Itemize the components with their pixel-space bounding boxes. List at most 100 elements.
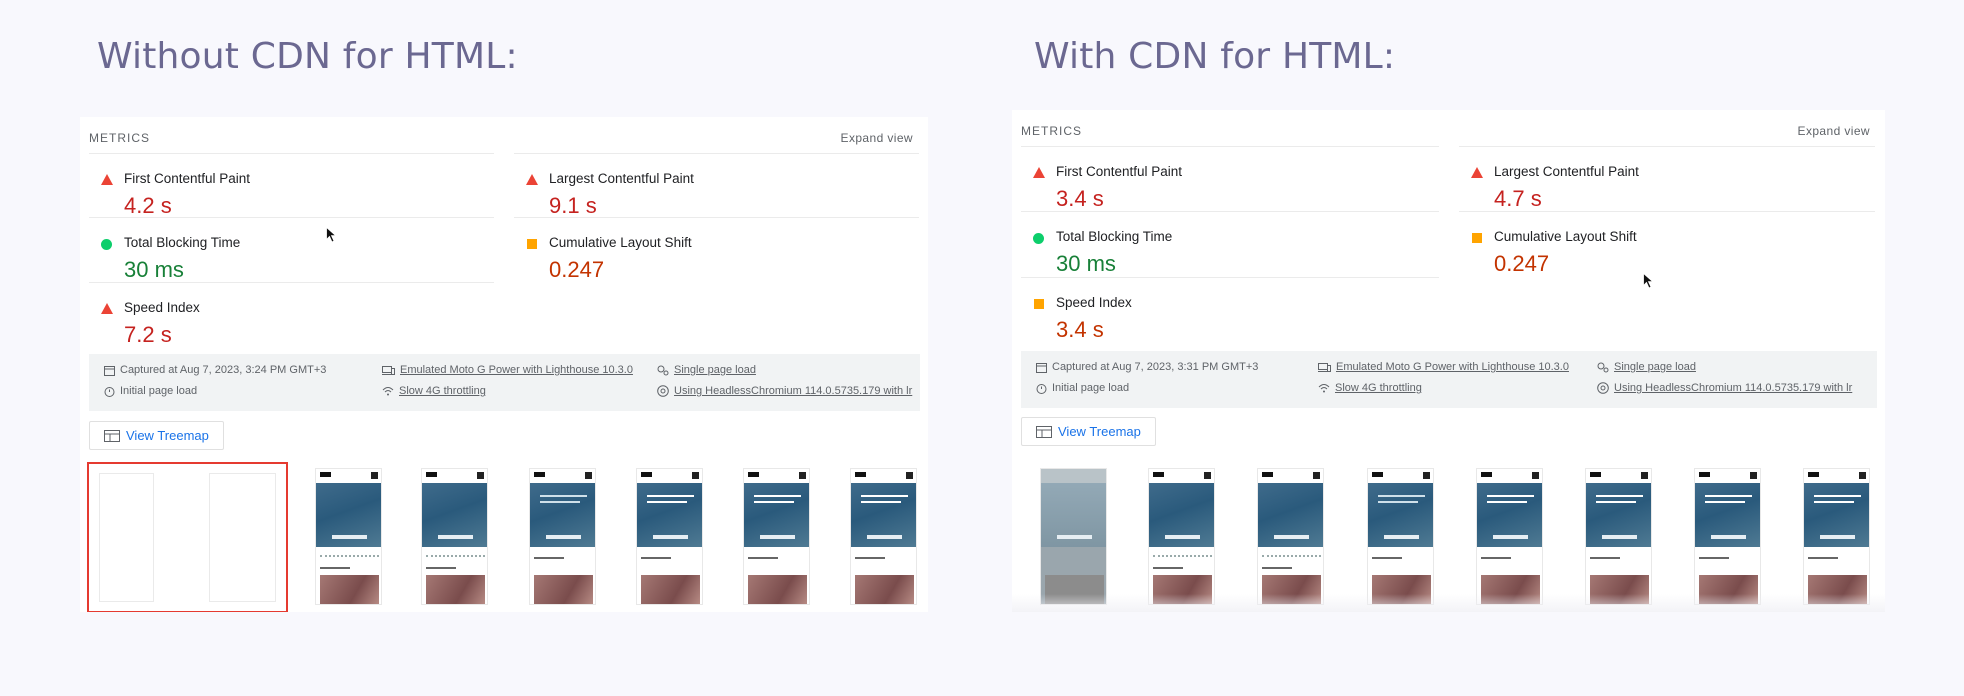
- orange-square-icon: [527, 239, 537, 249]
- session-type[interactable]: Single page load: [657, 364, 756, 376]
- filmstrip-thumbnail: [1148, 468, 1215, 605]
- view-treemap-label[interactable]: View Treemap: [1058, 424, 1141, 439]
- chrome-icon: [1597, 382, 1609, 394]
- red-triangle-icon: [1033, 167, 1045, 178]
- metric-first-contentful-paint: First Contentful Paint 4.2 s: [89, 153, 494, 218]
- metric-value: 9.1 s: [549, 193, 597, 218]
- captured-at: Captured at Aug 7, 2023, 3:31 PM GMT+3: [1036, 361, 1258, 373]
- heading-without-cdn: Without CDN for HTML:: [97, 36, 518, 77]
- red-triangle-icon: [101, 303, 113, 314]
- timer-icon: [1036, 383, 1047, 394]
- filmstrip-thumbnail-loading: [1040, 468, 1107, 605]
- run-info-panel: Captured at Aug 7, 2023, 3:24 PM GMT+3 I…: [89, 354, 920, 411]
- metric-first-contentful-paint: First Contentful Paint 3.4 s: [1021, 146, 1439, 211]
- single-load-icon: [1597, 362, 1609, 373]
- initial-page-load: Initial page load: [104, 385, 197, 397]
- metric-value: 4.2 s: [124, 193, 172, 218]
- filmstrip-thumbnail: [1367, 468, 1434, 605]
- filmstrip-thumbnail: [1476, 468, 1543, 605]
- mouse-cursor-icon: [1643, 273, 1654, 289]
- red-triangle-icon: [101, 174, 113, 185]
- metric-cumulative-layout-shift: Cumulative Layout Shift 0.247: [514, 217, 919, 282]
- captured-at: Captured at Aug 7, 2023, 3:24 PM GMT+3: [104, 364, 326, 376]
- metric-label: Total Blocking Time: [1056, 229, 1173, 244]
- calendar-icon: [104, 365, 115, 376]
- metric-label: First Contentful Paint: [124, 171, 251, 186]
- metric-total-blocking-time: Total Blocking Time 30 ms: [89, 217, 494, 282]
- mouse-cursor-icon: [326, 227, 337, 243]
- filmstrip-thumbnail: [743, 468, 810, 605]
- metric-largest-contentful-paint: Largest Contentful Paint 9.1 s: [514, 153, 919, 218]
- device-emulation[interactable]: Emulated Moto G Power with Lighthouse 10…: [382, 364, 633, 376]
- metric-label: Largest Contentful Paint: [1494, 164, 1639, 179]
- network-throttling[interactable]: Slow 4G throttling: [382, 385, 486, 397]
- blank-filmstrip-frame: [87, 462, 288, 612]
- lighthouse-report-with-cdn: METRICS Expand view First Contentful Pai…: [1012, 110, 1885, 612]
- red-triangle-icon: [526, 174, 538, 185]
- expand-view-button[interactable]: Expand view: [841, 131, 913, 145]
- metric-value: 0.247: [1494, 251, 1550, 276]
- green-circle-icon: [1033, 233, 1044, 244]
- metric-speed-index: Speed Index 7.2 s: [89, 282, 494, 347]
- lighthouse-report-without-cdn: METRICS Expand view First Contentful Pai…: [80, 117, 928, 612]
- device-emulation[interactable]: Emulated Moto G Power with Lighthouse 10…: [1318, 361, 1569, 373]
- metric-cumulative-layout-shift: Cumulative Layout Shift 0.247: [1459, 211, 1875, 276]
- orange-square-icon: [1034, 299, 1044, 309]
- filmstrip-thumbnail: [850, 468, 917, 605]
- green-circle-icon: [101, 239, 112, 250]
- browser-info[interactable]: Using HeadlessChromium 114.0.5735.179 wi…: [657, 385, 912, 397]
- metric-value: 0.247: [549, 257, 605, 282]
- view-treemap-label[interactable]: View Treemap: [126, 428, 209, 443]
- wifi-icon: [382, 387, 394, 396]
- metric-value: 3.4 s: [1056, 317, 1104, 342]
- heading-with-cdn: With CDN for HTML:: [1034, 36, 1396, 77]
- single-load-icon: [657, 365, 669, 376]
- metric-label: First Contentful Paint: [1056, 164, 1183, 179]
- metric-label: Cumulative Layout Shift: [549, 235, 692, 250]
- metrics-title: METRICS: [1021, 124, 1082, 138]
- filmstrip-thumbnail: [636, 468, 703, 605]
- red-triangle-icon: [1471, 167, 1483, 178]
- metric-speed-index: Speed Index 3.4 s: [1021, 277, 1439, 342]
- filmstrip-thumbnail: [1694, 468, 1761, 605]
- filmstrip-thumbnail: [529, 468, 596, 605]
- timer-icon: [104, 386, 115, 397]
- calendar-icon: [1036, 362, 1047, 373]
- metric-label: Total Blocking Time: [124, 235, 241, 250]
- metrics-header: METRICS Expand view: [1021, 124, 1870, 138]
- network-throttling[interactable]: Slow 4G throttling: [1318, 382, 1422, 394]
- initial-page-load: Initial page load: [1036, 382, 1129, 394]
- expand-view-button[interactable]: Expand view: [1798, 124, 1870, 138]
- metric-value: 7.2 s: [124, 322, 172, 347]
- treemap-icon: [1036, 425, 1052, 438]
- filmstrip-thumbnail: [1257, 468, 1324, 605]
- view-treemap-button[interactable]: View Treemap: [1021, 417, 1156, 446]
- filmstrip-thumbnail: [421, 468, 488, 605]
- view-treemap-button[interactable]: View Treemap: [89, 421, 224, 450]
- devices-icon: [382, 365, 395, 375]
- metric-label: Speed Index: [1056, 295, 1132, 310]
- metric-value: 4.7 s: [1494, 186, 1542, 211]
- treemap-icon: [104, 429, 120, 442]
- metrics-title: METRICS: [89, 131, 150, 145]
- metric-value: 30 ms: [1056, 251, 1116, 276]
- browser-info[interactable]: Using HeadlessChromium 114.0.5735.179 wi…: [1597, 382, 1852, 394]
- devices-icon: [1318, 362, 1331, 372]
- metric-total-blocking-time: Total Blocking Time 30 ms: [1021, 211, 1439, 276]
- metrics-header: METRICS Expand view: [89, 131, 913, 145]
- metric-label: Speed Index: [124, 300, 200, 315]
- metric-largest-contentful-paint: Largest Contentful Paint 4.7 s: [1459, 146, 1875, 211]
- filmstrip-thumbnail: [1803, 468, 1870, 605]
- wifi-icon: [1318, 384, 1330, 393]
- metric-value: 30 ms: [124, 257, 184, 282]
- run-info-panel: Captured at Aug 7, 2023, 3:31 PM GMT+3 I…: [1021, 351, 1877, 408]
- session-type[interactable]: Single page load: [1597, 361, 1696, 373]
- chrome-icon: [657, 385, 669, 397]
- filmstrip-thumbnail: [1585, 468, 1652, 605]
- metric-label: Largest Contentful Paint: [549, 171, 694, 186]
- metric-label: Cumulative Layout Shift: [1494, 229, 1637, 244]
- metric-value: 3.4 s: [1056, 186, 1104, 211]
- orange-square-icon: [1472, 233, 1482, 243]
- panel-fade: [1012, 594, 1885, 612]
- filmstrip-thumbnail: [315, 468, 382, 605]
